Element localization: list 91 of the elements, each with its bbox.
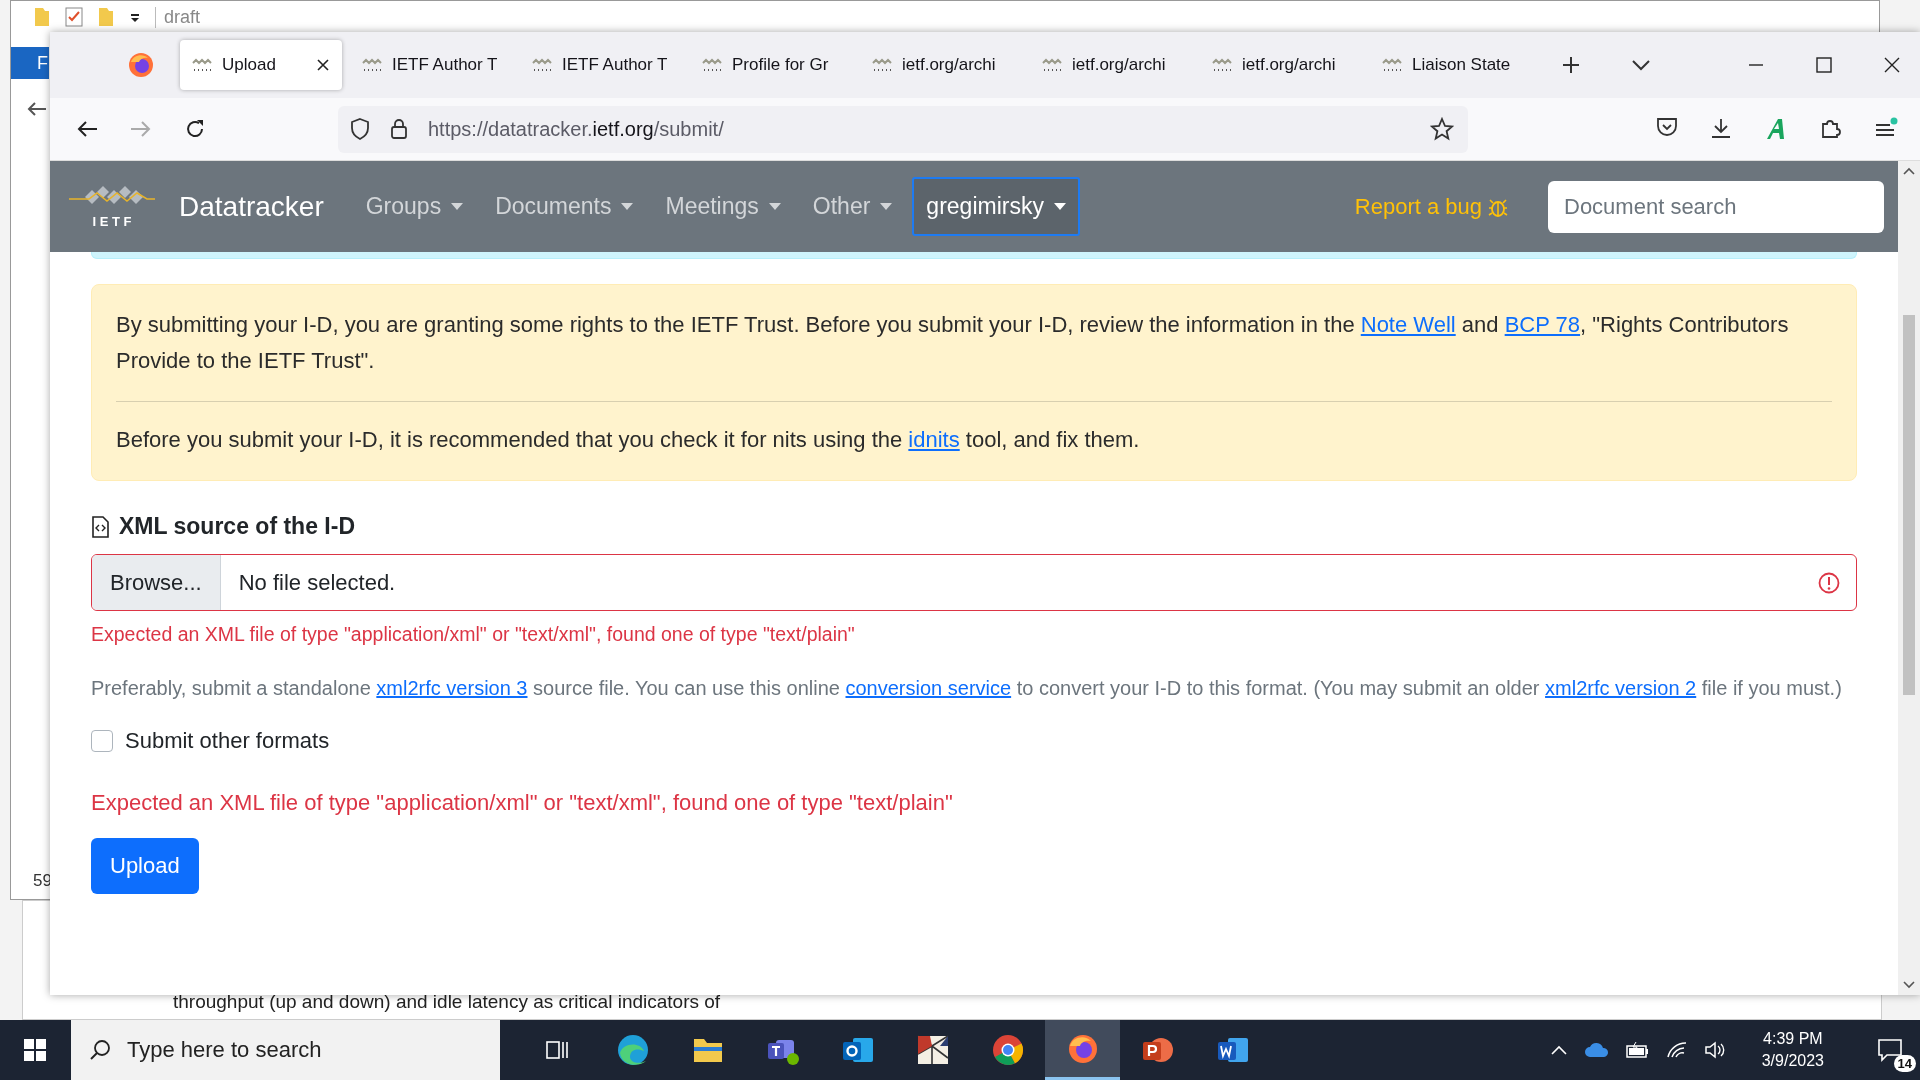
menu-icon[interactable] (1874, 117, 1898, 139)
scrollbar-thumb[interactable] (1903, 315, 1915, 695)
star-icon[interactable] (1430, 117, 1454, 141)
ietf-logo[interactable]: I E T F (67, 184, 157, 229)
code-file-icon (91, 515, 109, 538)
search-field[interactable]: Document search (1548, 180, 1884, 233)
report-bug-link[interactable]: Report a bug (1354, 193, 1508, 220)
text-link[interactable]: BCP 78 (1504, 312, 1581, 337)
nav-menu[interactable]: Meetings (653, 181, 793, 232)
download-icon[interactable] (1710, 117, 1732, 139)
text-link[interactable]: xml2rfc version 3 (376, 677, 528, 699)
battery-icon[interactable] (1625, 1041, 1650, 1059)
document-text: throughput (up and down) and idle latency as critical indicators of (173, 991, 721, 1013)
reload-icon[interactable] (184, 118, 206, 140)
favicon-icon (532, 58, 552, 72)
error-message: Expected an XML file of type "application/xml" or "text/xml", found one of type "text/plain" (91, 790, 954, 816)
nav-menu[interactable]: Documents (483, 181, 646, 232)
puzzle-icon[interactable] (1820, 117, 1842, 139)
section-heading: XML source of the I-D (119, 513, 355, 540)
back-icon[interactable] (76, 120, 98, 138)
url-text: https://datatracker.ietf.org/submit/ (428, 117, 724, 141)
browser-logo-icon[interactable] (128, 52, 154, 78)
firefox-icon (1066, 1032, 1099, 1065)
checkbox-label: Submit other formats (125, 728, 330, 754)
text-link[interactable]: xml2rfc version 2 (1545, 677, 1697, 699)
wifi-icon[interactable] (1665, 1041, 1688, 1059)
browser-tab[interactable]: IETF Author T (520, 40, 682, 90)
window-title: draft (155, 6, 201, 28)
favicon-icon (872, 58, 892, 72)
checklist-icon[interactable] (65, 6, 83, 28)
favicon-icon (702, 58, 722, 72)
file-tab[interactable]: F (11, 47, 49, 79)
pocket-icon[interactable] (1656, 117, 1678, 137)
favicon-icon (1042, 58, 1062, 72)
browser-tab[interactable]: ietf.org/archi (1200, 40, 1362, 90)
clock-time[interactable]: 4:39 PM (1763, 1028, 1823, 1050)
error-icon (1818, 571, 1840, 594)
text-link[interactable]: idnits (908, 427, 960, 452)
caret-icon (1053, 202, 1066, 211)
chevron-up-icon[interactable] (1549, 1044, 1568, 1056)
nav-menu[interactable]: gregimirsky (912, 177, 1080, 236)
clock-date[interactable]: 3/9/2023 (1761, 1050, 1824, 1072)
site-brand[interactable]: Datatracker (179, 190, 324, 223)
upload-button[interactable]: Upload (91, 838, 199, 894)
task-view-icon (544, 1039, 571, 1061)
browser-tab[interactable]: IETF Author T (350, 40, 512, 90)
file-input[interactable]: Browse... No file selected. (91, 554, 1857, 611)
cloud-icon[interactable] (1583, 1042, 1610, 1058)
caret-icon (451, 202, 464, 211)
favicon-icon (1382, 58, 1402, 72)
error-message: Expected an XML file of type "application/xml" or "text/xml", found one of type "text/plain" (91, 623, 856, 646)
favicon-icon (362, 58, 382, 72)
folder-icon (691, 1036, 724, 1064)
caret-icon (768, 202, 781, 211)
notice-text: By submitting your I-D, you are granting some rights to the IETF Trust. Before you submit your I-D, review the information in the Note Well and BCP 78, "Rights Contributors Provide to the IETF Trust". (116, 311, 1790, 375)
help-text: Preferably, submit a standalone xml2rfc version 3 source file. You can use this online conversion service to convert your I-D to this format. (You may submit an older xml2rfc version 2 file if you must.) (91, 676, 1843, 701)
mosaic-app-icon (915, 1034, 950, 1066)
lock-icon[interactable] (390, 118, 408, 140)
shield-icon[interactable] (350, 118, 370, 140)
close-icon[interactable] (1884, 57, 1900, 73)
volume-icon[interactable] (1703, 1041, 1726, 1059)
scroll-down-icon[interactable] (1903, 981, 1915, 989)
edge-icon (615, 1033, 650, 1067)
checkbox[interactable] (91, 730, 113, 752)
address-bar[interactable]: https://datatracker.ietf.org/submit/ (338, 105, 1468, 153)
new-tab-icon[interactable] (1562, 56, 1580, 74)
scrollbar[interactable] (1898, 161, 1920, 995)
notice-text: Before you submit your I-D, it is recommended that you check it for nits using the idnits tool, and fix them. (116, 426, 1141, 454)
text-link[interactable]: conversion service (845, 677, 1012, 699)
caret-icon (880, 202, 893, 211)
close-icon[interactable] (316, 58, 330, 72)
caret-icon (621, 202, 634, 211)
browser-tab[interactable]: ietf.org/archi (860, 40, 1022, 90)
taskbar-search-field[interactable]: Type here to search (71, 1020, 500, 1080)
chrome-icon (991, 1034, 1024, 1066)
favicon-icon (192, 58, 212, 72)
browser-tab[interactable]: Upload (180, 40, 342, 90)
browser-tab[interactable]: Liaison State (1370, 40, 1532, 90)
nav-menu[interactable]: Other (800, 181, 905, 232)
browser-tab[interactable]: Profile for Gr (690, 40, 852, 90)
text-link[interactable]: Note Well (1360, 312, 1456, 337)
chevron-down-icon[interactable] (1632, 59, 1650, 71)
favicon-icon (1212, 58, 1232, 72)
notification-count-badge: 14 (1893, 1055, 1916, 1072)
maximize-icon[interactable] (1816, 57, 1832, 73)
scroll-up-icon[interactable] (1903, 167, 1915, 175)
search-icon (89, 1039, 111, 1061)
nav-menu[interactable]: Groups (353, 181, 476, 232)
back-arrow-icon[interactable] (27, 101, 47, 117)
browser-tab[interactable]: ietf.org/archi (1030, 40, 1192, 90)
windows-logo-icon[interactable] (24, 1039, 46, 1061)
